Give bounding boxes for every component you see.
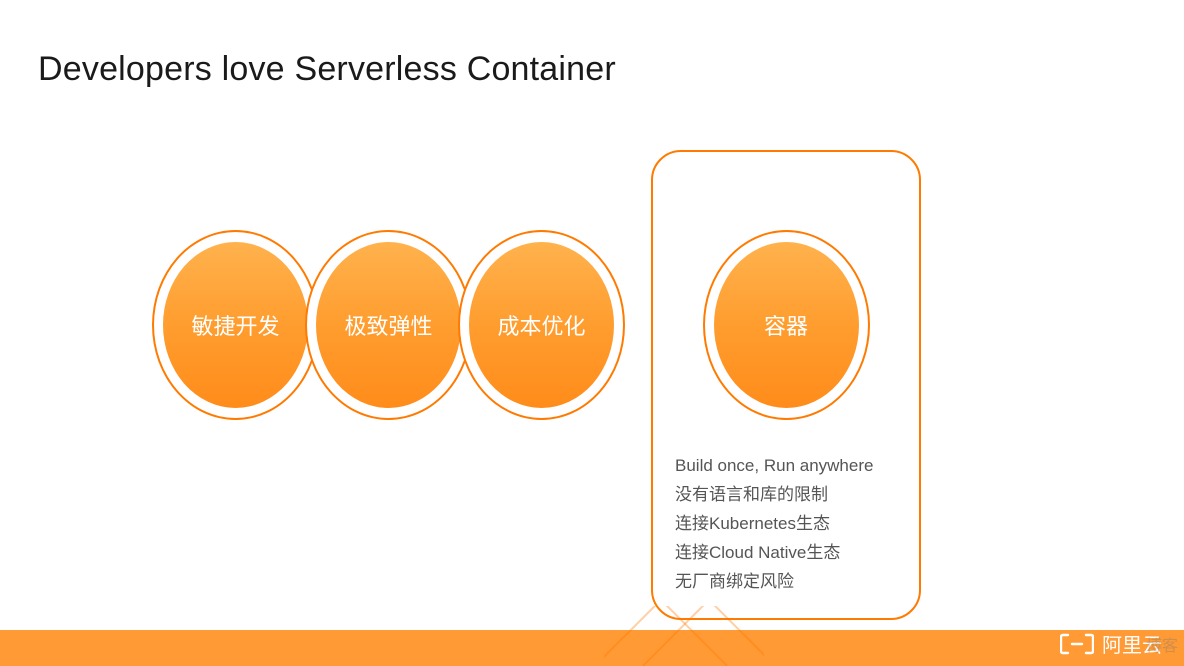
- circles-row: 敏捷开发 极致弹性 成本优化: [152, 230, 625, 420]
- circle-label: 敏捷开发: [191, 309, 279, 341]
- footer-decoration-icon: [604, 606, 764, 666]
- circle-label: 极致弹性: [344, 309, 432, 341]
- circle-ball: 极致弹性: [316, 242, 461, 408]
- circle-item: 极致弹性: [305, 230, 472, 420]
- circle-label: 成本优化: [497, 309, 585, 341]
- bullet-list: Build once, Run anywhere 没有语言和库的限制 连接Kub…: [675, 452, 903, 596]
- bracket-icon: [1060, 633, 1094, 655]
- highlight-box: 容器 Build once, Run anywhere 没有语言和库的限制 连接…: [651, 150, 921, 620]
- circle-ball: 容器: [714, 242, 859, 408]
- list-item: 无厂商绑定风险: [675, 568, 903, 597]
- list-item: Build once, Run anywhere: [675, 452, 903, 481]
- watermark-text: 博客: [1146, 632, 1178, 656]
- circle-item: 成本优化: [458, 230, 625, 420]
- circle-label: 容器: [764, 309, 808, 341]
- circle-ball: 成本优化: [469, 242, 614, 408]
- list-item: 连接Cloud Native生态: [675, 539, 903, 568]
- slide: Developers love Serverless Container 敏捷开…: [0, 0, 1184, 666]
- circle-item: 敏捷开发: [152, 230, 319, 420]
- circle-ball: 敏捷开发: [163, 242, 308, 408]
- list-item: 没有语言和库的限制: [675, 481, 903, 510]
- footer-bar: [0, 630, 1184, 666]
- circle-item: 容器: [703, 230, 870, 420]
- list-item: 连接Kubernetes生态: [675, 510, 903, 539]
- slide-title: Developers love Serverless Container: [38, 50, 616, 89]
